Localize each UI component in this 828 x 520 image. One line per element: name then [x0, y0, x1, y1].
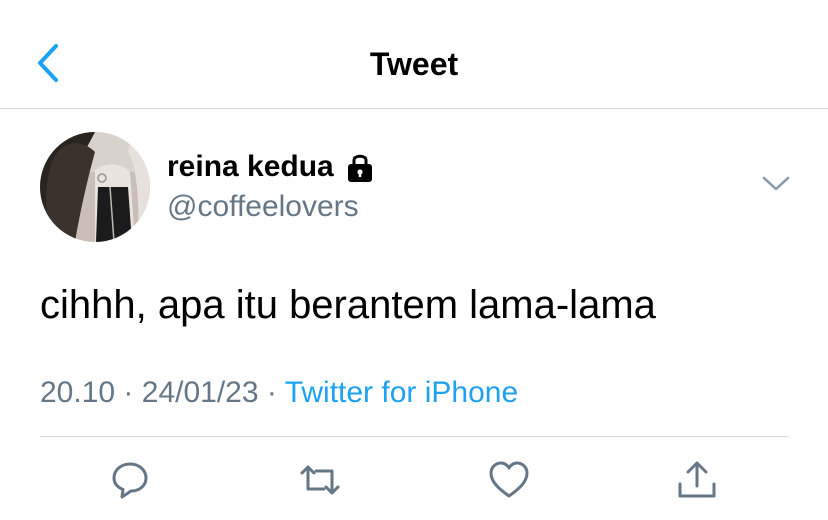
- tweet-meta: 20.10 · 24/01/23 · Twitter for iPhone: [40, 373, 518, 413]
- retweet-icon: [300, 465, 340, 495]
- reply-icon: [112, 462, 148, 499]
- tweet-text: cihhh, apa itu berantem lama-lama: [40, 283, 656, 327]
- divider: [40, 436, 788, 437]
- display-name[interactable]: reina kedua: [167, 148, 374, 186]
- reply-button[interactable]: [108, 458, 152, 502]
- meta-separator: ·: [123, 376, 134, 409]
- lock-icon: [346, 151, 374, 183]
- like-button[interactable]: [487, 458, 531, 502]
- user-handle[interactable]: @coffeelovers: [167, 188, 359, 226]
- retweet-button[interactable]: [298, 458, 342, 502]
- tweet-date: 24/01/23: [141, 376, 259, 409]
- meta-separator: ·: [266, 376, 277, 409]
- top-nav-bar: Tweet: [0, 0, 828, 109]
- more-options-button[interactable]: [760, 172, 792, 196]
- display-name-text: reina kedua: [167, 150, 334, 183]
- avatar-image: [40, 132, 150, 242]
- share-icon: [678, 461, 716, 498]
- page-title: Tweet: [369, 46, 459, 82]
- share-button[interactable]: [675, 458, 719, 502]
- tweet-time: 20.10: [40, 376, 116, 409]
- avatar[interactable]: [40, 132, 150, 242]
- heart-icon: [489, 461, 529, 498]
- chevron-down-icon: [762, 176, 790, 191]
- tweet-source-link[interactable]: Twitter for iPhone: [285, 376, 518, 409]
